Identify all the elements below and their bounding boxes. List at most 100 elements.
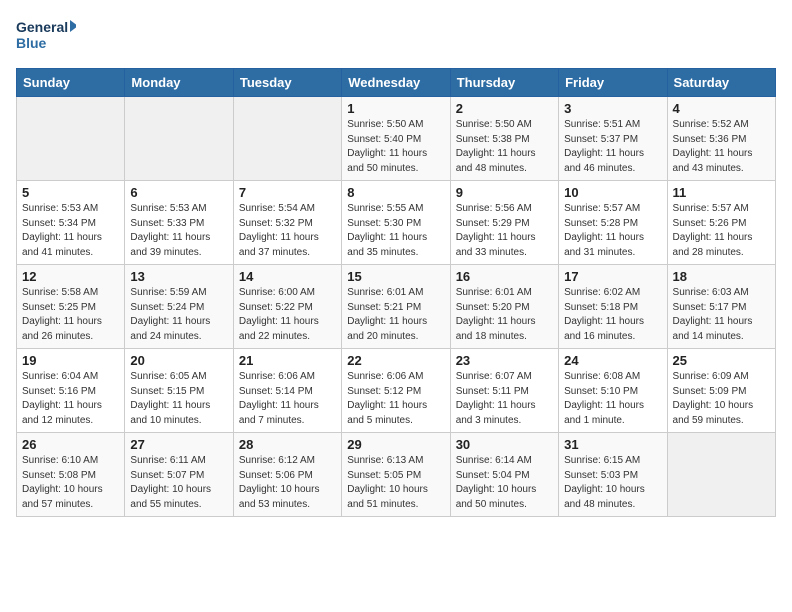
day-info: Sunrise: 6:01 AM Sunset: 5:20 PM Dayligh…	[456, 286, 553, 344]
page-header: General Blue	[16, 16, 776, 56]
day-number: 14	[239, 269, 336, 284]
calendar-week-1: 1 Sunrise: 5:50 AM Sunset: 5:40 PM Daylig…	[17, 97, 776, 181]
day-number: 29	[347, 437, 444, 452]
weekday-header-wednesday: Wednesday	[342, 69, 450, 97]
calendar-cell: 30 Sunrise: 6:14 AM Sunset: 5:04 PM Dayli…	[450, 433, 558, 517]
day-info: Sunrise: 6:14 AM Sunset: 5:04 PM Dayligh…	[456, 454, 553, 512]
day-info: Sunrise: 6:11 AM Sunset: 5:07 PM Dayligh…	[130, 454, 227, 512]
weekday-header-friday: Friday	[559, 69, 667, 97]
day-number: 17	[564, 269, 661, 284]
day-number: 18	[673, 269, 770, 284]
calendar-cell: 3 Sunrise: 5:51 AM Sunset: 5:37 PM Daylig…	[559, 97, 667, 181]
day-number: 15	[347, 269, 444, 284]
calendar-cell: 24 Sunrise: 6:08 AM Sunset: 5:10 PM Dayli…	[559, 349, 667, 433]
calendar-cell: 22Sunrise: 6:06 AM Sunset: 5:12 PM Dayli…	[342, 349, 450, 433]
weekday-header-thursday: Thursday	[450, 69, 558, 97]
weekday-header-sunday: Sunday	[17, 69, 125, 97]
day-info: Sunrise: 6:10 AM Sunset: 5:08 PM Dayligh…	[22, 454, 119, 512]
day-number: 28	[239, 437, 336, 452]
day-info: Sunrise: 5:57 AM Sunset: 5:26 PM Dayligh…	[673, 202, 770, 260]
day-info: Sunrise: 5:58 AM Sunset: 5:25 PM Dayligh…	[22, 286, 119, 344]
calendar-cell: 15 Sunrise: 6:01 AM Sunset: 5:21 PM Dayli…	[342, 265, 450, 349]
calendar-cell: 4 Sunrise: 5:52 AM Sunset: 5:36 PM Daylig…	[667, 97, 775, 181]
logo: General Blue	[16, 16, 76, 56]
calendar-table: SundayMondayTuesdayWednesdayThursdayFrid…	[16, 68, 776, 517]
calendar-week-2: 5 Sunrise: 5:53 AM Sunset: 5:34 PM Daylig…	[17, 181, 776, 265]
day-info: Sunrise: 5:53 AM Sunset: 5:34 PM Dayligh…	[22, 202, 119, 260]
calendar-cell: 10 Sunrise: 5:57 AM Sunset: 5:28 PM Dayli…	[559, 181, 667, 265]
calendar-cell	[233, 97, 341, 181]
weekday-header-row: SundayMondayTuesdayWednesdayThursdayFrid…	[17, 69, 776, 97]
day-number: 8	[347, 185, 444, 200]
day-info: Sunrise: 5:57 AM Sunset: 5:28 PM Dayligh…	[564, 202, 661, 260]
calendar-cell: 14 Sunrise: 6:00 AM Sunset: 5:22 PM Dayli…	[233, 265, 341, 349]
day-number: 24	[564, 353, 661, 368]
calendar-cell	[17, 97, 125, 181]
day-info: Sunrise: 6:08 AM Sunset: 5:10 PM Dayligh…	[564, 370, 661, 428]
day-number: 4	[673, 101, 770, 116]
day-number: 19	[22, 353, 119, 368]
day-number: 3	[564, 101, 661, 116]
day-info: Sunrise: 5:52 AM Sunset: 5:36 PM Dayligh…	[673, 118, 770, 176]
day-number: 10	[564, 185, 661, 200]
calendar-cell: 5 Sunrise: 5:53 AM Sunset: 5:34 PM Daylig…	[17, 181, 125, 265]
day-info: Sunrise: 6:12 AM Sunset: 5:06 PM Dayligh…	[239, 454, 336, 512]
day-number: 1	[347, 101, 444, 116]
day-info: Sunrise: 6:04 AM Sunset: 5:16 PM Dayligh…	[22, 370, 119, 428]
day-number: 2	[456, 101, 553, 116]
day-number: 5	[22, 185, 119, 200]
day-info: Sunrise: 6:07 AM Sunset: 5:11 PM Dayligh…	[456, 370, 553, 428]
calendar-cell: 9 Sunrise: 5:56 AM Sunset: 5:29 PM Daylig…	[450, 181, 558, 265]
calendar-cell: 27 Sunrise: 6:11 AM Sunset: 5:07 PM Dayli…	[125, 433, 233, 517]
calendar-cell: 19 Sunrise: 6:04 AM Sunset: 5:16 PM Dayli…	[17, 349, 125, 433]
calendar-cell: 8Sunrise: 5:55 AM Sunset: 5:30 PM Daylig…	[342, 181, 450, 265]
day-number: 25	[673, 353, 770, 368]
calendar-cell: 1 Sunrise: 5:50 AM Sunset: 5:40 PM Daylig…	[342, 97, 450, 181]
svg-text:General: General	[16, 19, 68, 35]
day-info: Sunrise: 6:02 AM Sunset: 5:18 PM Dayligh…	[564, 286, 661, 344]
calendar-cell: 12 Sunrise: 5:58 AM Sunset: 5:25 PM Dayli…	[17, 265, 125, 349]
calendar-cell: 16 Sunrise: 6:01 AM Sunset: 5:20 PM Dayli…	[450, 265, 558, 349]
day-info: Sunrise: 5:54 AM Sunset: 5:32 PM Dayligh…	[239, 202, 336, 260]
day-info: Sunrise: 5:56 AM Sunset: 5:29 PM Dayligh…	[456, 202, 553, 260]
day-info: Sunrise: 6:06 AM Sunset: 5:12 PM Dayligh…	[347, 370, 444, 428]
day-number: 26	[22, 437, 119, 452]
day-number: 27	[130, 437, 227, 452]
calendar-cell: 31 Sunrise: 6:15 AM Sunset: 5:03 PM Dayli…	[559, 433, 667, 517]
weekday-header-monday: Monday	[125, 69, 233, 97]
weekday-header-saturday: Saturday	[667, 69, 775, 97]
day-info: Sunrise: 6:00 AM Sunset: 5:22 PM Dayligh…	[239, 286, 336, 344]
calendar-cell: 20Sunrise: 6:05 AM Sunset: 5:15 PM Dayli…	[125, 349, 233, 433]
calendar-cell: 6Sunrise: 5:53 AM Sunset: 5:33 PM Daylig…	[125, 181, 233, 265]
calendar-week-5: 26 Sunrise: 6:10 AM Sunset: 5:08 PM Dayli…	[17, 433, 776, 517]
calendar-cell	[125, 97, 233, 181]
calendar-cell: 2 Sunrise: 5:50 AM Sunset: 5:38 PM Daylig…	[450, 97, 558, 181]
day-number: 30	[456, 437, 553, 452]
day-info: Sunrise: 5:51 AM Sunset: 5:37 PM Dayligh…	[564, 118, 661, 176]
day-info: Sunrise: 6:01 AM Sunset: 5:21 PM Dayligh…	[347, 286, 444, 344]
day-number: 23	[456, 353, 553, 368]
calendar-cell: 7 Sunrise: 5:54 AM Sunset: 5:32 PM Daylig…	[233, 181, 341, 265]
day-info: Sunrise: 5:50 AM Sunset: 5:40 PM Dayligh…	[347, 118, 444, 176]
calendar-cell: 18 Sunrise: 6:03 AM Sunset: 5:17 PM Dayli…	[667, 265, 775, 349]
calendar-cell: 11 Sunrise: 5:57 AM Sunset: 5:26 PM Dayli…	[667, 181, 775, 265]
svg-text:Blue: Blue	[16, 35, 47, 51]
calendar-week-3: 12 Sunrise: 5:58 AM Sunset: 5:25 PM Dayli…	[17, 265, 776, 349]
day-info: Sunrise: 6:13 AM Sunset: 5:05 PM Dayligh…	[347, 454, 444, 512]
calendar-week-4: 19 Sunrise: 6:04 AM Sunset: 5:16 PM Dayli…	[17, 349, 776, 433]
day-number: 11	[673, 185, 770, 200]
day-info: Sunrise: 6:03 AM Sunset: 5:17 PM Dayligh…	[673, 286, 770, 344]
day-info: Sunrise: 6:05 AM Sunset: 5:15 PM Dayligh…	[130, 370, 227, 428]
day-number: 6	[130, 185, 227, 200]
day-info: Sunrise: 5:50 AM Sunset: 5:38 PM Dayligh…	[456, 118, 553, 176]
day-info: Sunrise: 6:09 AM Sunset: 5:09 PM Dayligh…	[673, 370, 770, 428]
day-number: 31	[564, 437, 661, 452]
day-info: Sunrise: 6:06 AM Sunset: 5:14 PM Dayligh…	[239, 370, 336, 428]
calendar-cell: 23 Sunrise: 6:07 AM Sunset: 5:11 PM Dayli…	[450, 349, 558, 433]
day-number: 12	[22, 269, 119, 284]
day-number: 7	[239, 185, 336, 200]
day-info: Sunrise: 6:15 AM Sunset: 5:03 PM Dayligh…	[564, 454, 661, 512]
day-info: Sunrise: 5:59 AM Sunset: 5:24 PM Dayligh…	[130, 286, 227, 344]
day-number: 16	[456, 269, 553, 284]
day-number: 9	[456, 185, 553, 200]
